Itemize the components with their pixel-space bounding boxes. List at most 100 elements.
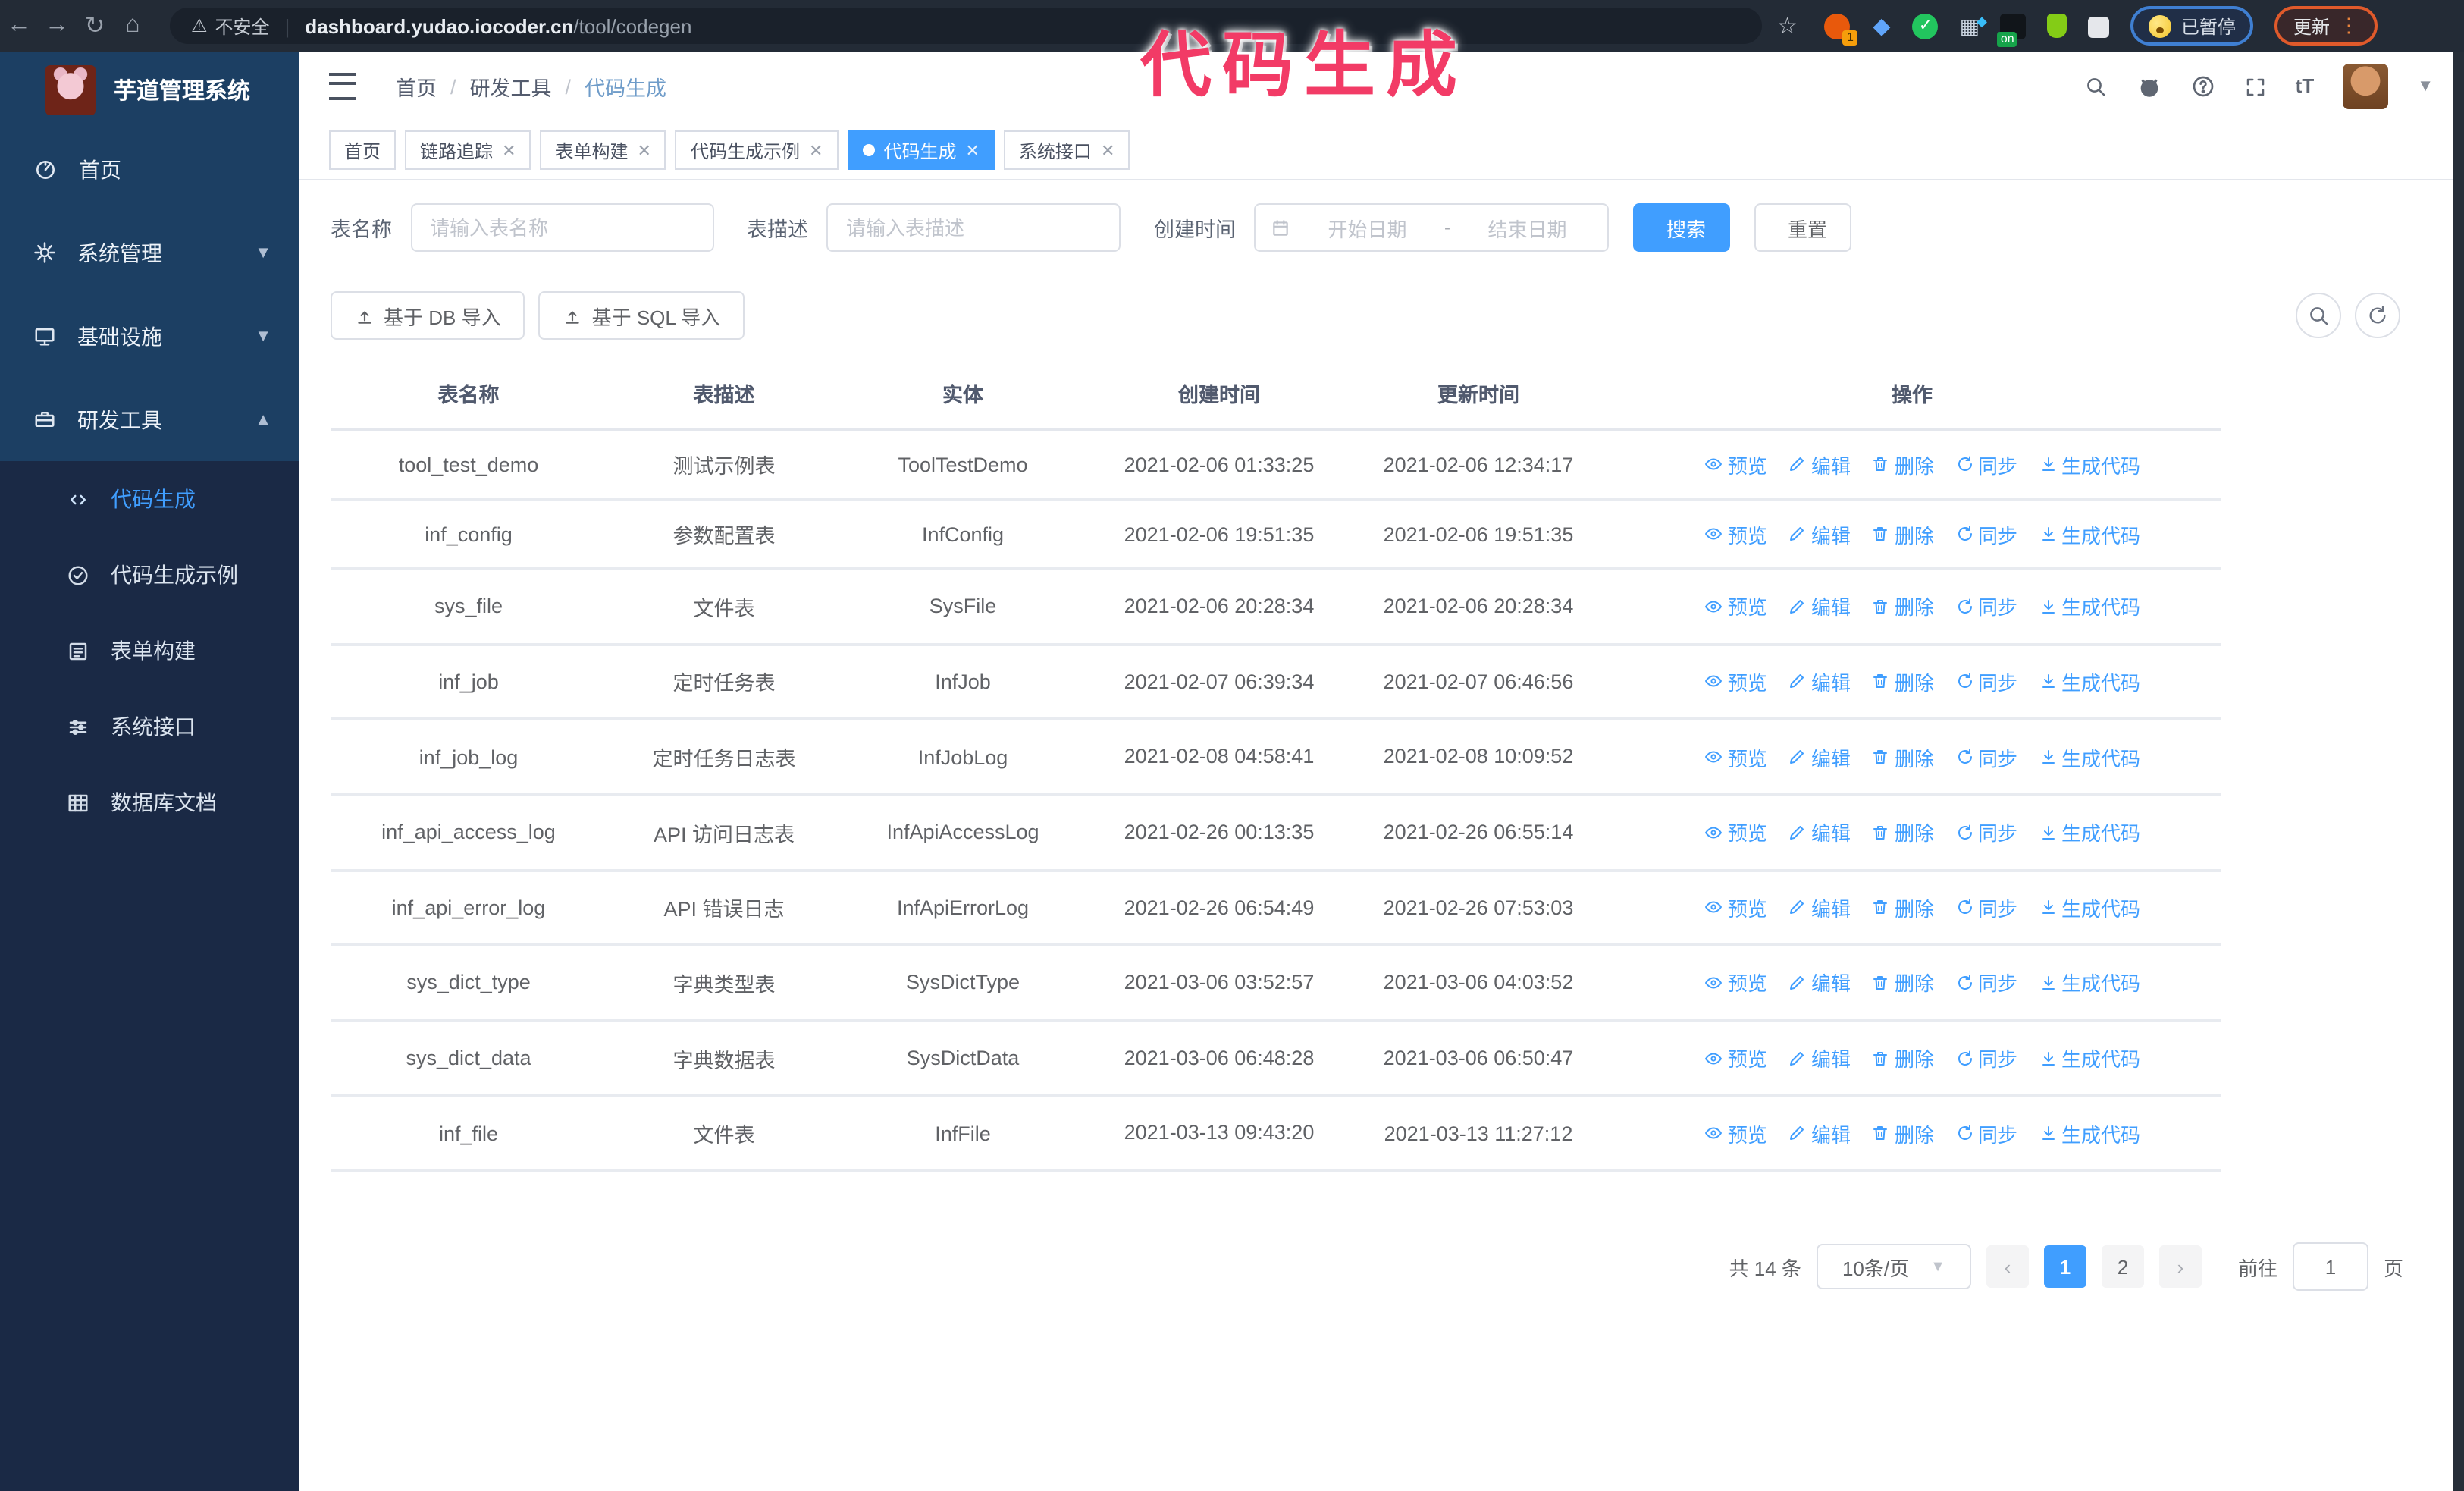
action-edit-link[interactable]: 编辑 [1788,893,1851,922]
action-generate-link[interactable]: 生成代码 [2039,519,2140,548]
fullscreen-icon[interactable] [2244,75,2267,98]
prev-page-button[interactable]: ‹ [1986,1245,2029,1288]
search-icon[interactable] [2085,75,2108,98]
action-sync-link[interactable]: 同步 [1955,519,2017,548]
close-icon[interactable]: ✕ [638,140,651,160]
not-secure-warning[interactable]: ⚠ 不安全 [191,13,270,39]
extension-icon-gem[interactable]: ◆ [1869,13,1895,39]
action-edit-link[interactable]: 编辑 [1788,592,1851,621]
action-preview-link[interactable]: 预览 [1705,1044,1767,1072]
action-generate-link[interactable]: 生成代码 [2039,818,2140,846]
action-preview-link[interactable]: 预览 [1705,592,1767,621]
browser-reload-icon[interactable]: ↻ [76,11,114,41]
action-generate-link[interactable]: 生成代码 [2039,968,2140,997]
action-edit-link[interactable]: 编辑 [1788,818,1851,846]
action-preview-link[interactable]: 预览 [1705,818,1767,846]
extension-icon-orange[interactable]: 1 [1824,13,1858,45]
profile-paused-chip[interactable]: 已暂停 [2130,6,2254,46]
tab-2[interactable]: 表单构建 ✕ [540,130,666,170]
action-generate-link[interactable]: 生成代码 [2039,592,2140,621]
sidebar-item-home[interactable]: 首页 [0,127,299,211]
sidebar-subitem-3[interactable]: 系统接口 [0,689,299,764]
breadcrumb-tools[interactable]: 研发工具 [470,71,552,102]
action-sync-link[interactable]: 同步 [1955,1044,2017,1072]
sidebar-item-2[interactable]: 基础设施 ▼ [0,294,299,378]
browser-update-button[interactable]: 更新 ⋮ [2274,6,2378,46]
action-delete-link[interactable]: 删除 [1872,818,1934,846]
action-preview-link[interactable]: 预览 [1705,893,1767,922]
close-icon[interactable]: ✕ [965,140,979,160]
sidebar-subitem-0[interactable]: 代码生成 [0,461,299,537]
action-edit-link[interactable]: 编辑 [1788,450,1851,479]
action-delete-link[interactable]: 删除 [1872,519,1934,548]
action-preview-link[interactable]: 预览 [1705,450,1767,479]
bookmark-star-icon[interactable]: ☆ [1777,12,1798,39]
close-icon[interactable]: ✕ [502,140,516,160]
browser-forward-icon[interactable]: → [38,12,76,39]
tab-3[interactable]: 代码生成示例 ✕ [675,130,839,170]
search-button[interactable]: 搜索 [1633,203,1731,252]
table-desc-input[interactable] [826,203,1121,252]
help-icon[interactable] [2191,74,2215,99]
action-edit-link[interactable]: 编辑 [1788,742,1851,771]
font-size-icon[interactable]: tT [2296,73,2315,100]
action-sync-link[interactable]: 同步 [1955,450,2017,479]
action-edit-link[interactable]: 编辑 [1788,519,1851,548]
action-sync-link[interactable]: 同步 [1955,667,2017,696]
address-bar[interactable]: ⚠ 不安全 | dashboard.yudao.iocoder.cn /tool… [170,8,1762,44]
extensions-puzzle-icon[interactable] [2088,16,2110,37]
browser-back-icon[interactable]: ← [0,12,38,39]
scrollbar[interactable] [2453,52,2464,1491]
import-db-button[interactable]: 基于 DB 导入 [331,291,525,340]
action-generate-link[interactable]: 生成代码 [2039,450,2140,479]
action-sync-link[interactable]: 同步 [1955,742,2017,771]
sidebar-subitem-1[interactable]: 代码生成示例 [0,537,299,613]
reset-button[interactable]: 重置 [1754,203,1852,252]
browser-home-icon[interactable]: ⌂ [114,12,152,39]
extension-icon-check[interactable]: ✓ [1912,13,1939,39]
page-size-select[interactable]: 10条/页 ▼ [1816,1244,1971,1289]
tab-0[interactable]: 首页 [329,130,397,170]
tab-1[interactable]: 链路追踪 ✕ [405,130,531,170]
action-preview-link[interactable]: 预览 [1705,968,1767,997]
sidebar-subitem-2[interactable]: 表单构建 [0,613,299,689]
github-icon[interactable] [2136,74,2162,99]
sidebar-subitem-4[interactable]: 数据库文档 [0,764,299,840]
action-delete-link[interactable]: 删除 [1872,1044,1934,1072]
close-icon[interactable]: ✕ [809,140,823,160]
action-sync-link[interactable]: 同步 [1955,893,2017,922]
close-icon[interactable]: ✕ [1101,140,1114,160]
user-avatar[interactable] [2343,64,2389,109]
action-delete-link[interactable]: 删除 [1872,742,1934,771]
action-delete-link[interactable]: 删除 [1872,1119,1934,1147]
action-sync-link[interactable]: 同步 [1955,592,2017,621]
page-number-2[interactable]: 2 [2101,1245,2144,1288]
sidebar-item-3[interactable]: 研发工具 ▲ [0,378,299,461]
app-logo-area[interactable]: 芋道管理系统 [0,52,299,127]
breadcrumb-home[interactable]: 首页 [396,71,437,102]
page-number-1[interactable]: 1 [2043,1245,2086,1288]
user-menu-caret-icon[interactable]: ▼ [2417,77,2434,96]
action-delete-link[interactable]: 删除 [1872,667,1934,696]
action-generate-link[interactable]: 生成代码 [2039,1044,2140,1072]
action-sync-link[interactable]: 同步 [1955,968,2017,997]
action-preview-link[interactable]: 预览 [1705,742,1767,771]
action-preview-link[interactable]: 预览 [1705,667,1767,696]
refresh-table-button[interactable] [2355,293,2400,338]
import-sql-button[interactable]: 基于 SQL 导入 [538,291,745,340]
table-name-input[interactable] [410,203,713,252]
extension-icon-grid[interactable]: ▦ ◆ [1957,13,1987,39]
create-time-range-picker[interactable]: 开始日期 - 结束日期 [1254,203,1609,252]
action-edit-link[interactable]: 编辑 [1788,1044,1851,1072]
action-edit-link[interactable]: 编辑 [1788,1119,1851,1147]
sidebar-collapse-icon[interactable] [329,73,356,100]
sidebar-item-1[interactable]: 系统管理 ▼ [0,211,299,294]
action-delete-link[interactable]: 删除 [1872,592,1934,621]
goto-page-input[interactable] [2292,1242,2368,1291]
action-sync-link[interactable]: 同步 [1955,1119,2017,1147]
action-generate-link[interactable]: 生成代码 [2039,742,2140,771]
action-edit-link[interactable]: 编辑 [1788,667,1851,696]
action-generate-link[interactable]: 生成代码 [2039,667,2140,696]
extension-icon-dark[interactable]: on [1997,13,2027,46]
browser-menu-icon[interactable]: ⋮ [2339,14,2360,38]
